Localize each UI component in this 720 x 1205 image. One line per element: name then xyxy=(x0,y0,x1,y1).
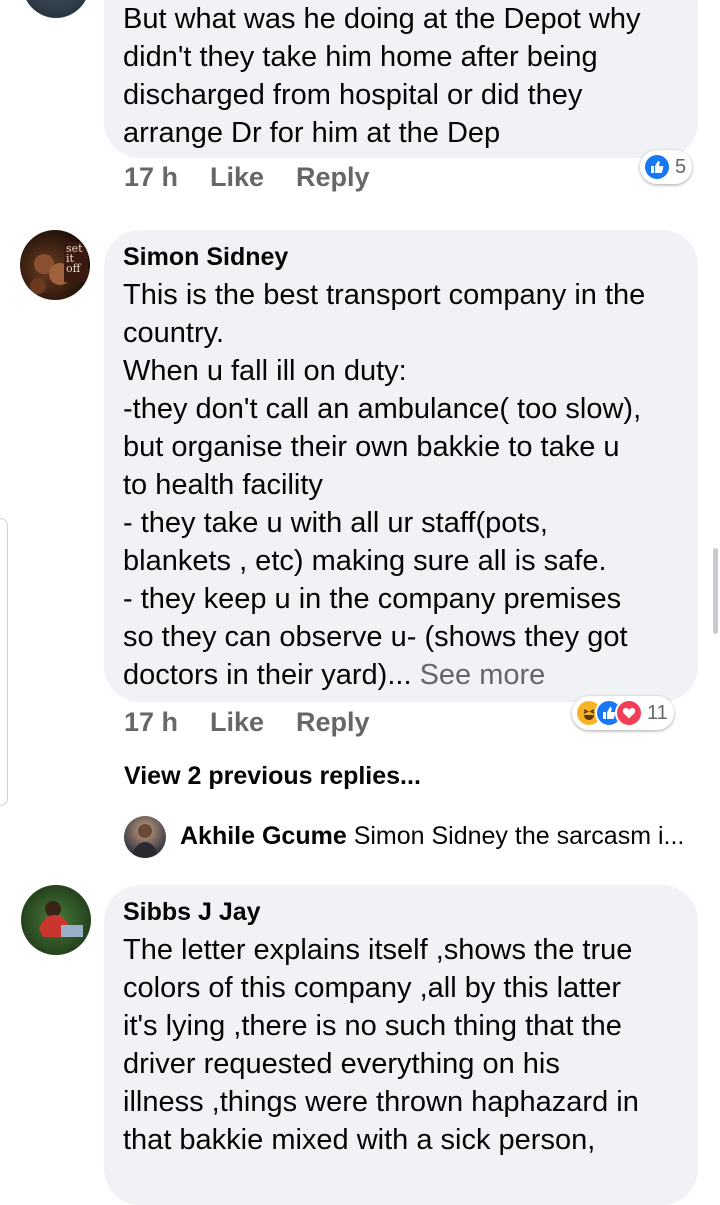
love-icon xyxy=(615,699,643,727)
avatar[interactable] xyxy=(21,885,91,955)
comment-text: But what was he doing at the Depot why d… xyxy=(123,3,641,149)
comment-bubble: But what was he doing at the Depot why d… xyxy=(104,0,698,158)
avatar-image xyxy=(39,901,83,937)
like-icon xyxy=(643,153,671,181)
comment-timestamp[interactable]: 17 h xyxy=(124,707,178,738)
left-edge-indicator xyxy=(0,518,8,806)
view-previous-replies-link[interactable]: View 2 previous replies... xyxy=(124,762,421,791)
comment-author[interactable]: Sibbs J Jay xyxy=(123,897,261,927)
avatar-image xyxy=(132,824,158,858)
reaction-count: 11 xyxy=(647,701,668,724)
avatar[interactable] xyxy=(124,816,166,858)
like-button[interactable]: Like xyxy=(210,707,264,738)
reaction-count: 5 xyxy=(675,155,687,178)
comment-text: This is the best transport company in th… xyxy=(123,276,693,694)
see-more-link[interactable]: See more xyxy=(420,659,546,691)
comment-meta: 17 h Like Reply xyxy=(0,162,720,198)
reply-text: Simon Sidney the sarcasm i... xyxy=(353,822,685,850)
comment-text: The letter explains itself ,shows the tr… xyxy=(123,934,639,1156)
reply-button[interactable]: Reply xyxy=(296,707,370,738)
reaction-summary[interactable]: 5 xyxy=(640,150,693,184)
avatar-text: set it off xyxy=(66,242,83,275)
avatar[interactable]: set it off xyxy=(20,230,90,300)
avatar[interactable] xyxy=(22,0,90,18)
reaction-summary[interactable]: 11 xyxy=(572,696,674,730)
reply-author[interactable]: Akhile Gcume xyxy=(180,822,347,850)
comment-bubble: Simon Sidney This is the best transport … xyxy=(104,230,698,702)
reply-preview[interactable]: Akhile Gcume Simon Sidney the sarcasm i.… xyxy=(180,822,684,851)
comment-bubble: Sibbs J Jay The letter explains itself ,… xyxy=(104,885,698,1205)
reply-button[interactable]: Reply xyxy=(296,162,370,193)
like-button[interactable]: Like xyxy=(210,162,264,193)
comment-author[interactable]: Simon Sidney xyxy=(123,242,288,272)
scrollbar[interactable] xyxy=(713,548,718,634)
comment-timestamp[interactable]: 17 h xyxy=(124,162,178,193)
comment-body: This is the best transport company in th… xyxy=(123,279,646,691)
